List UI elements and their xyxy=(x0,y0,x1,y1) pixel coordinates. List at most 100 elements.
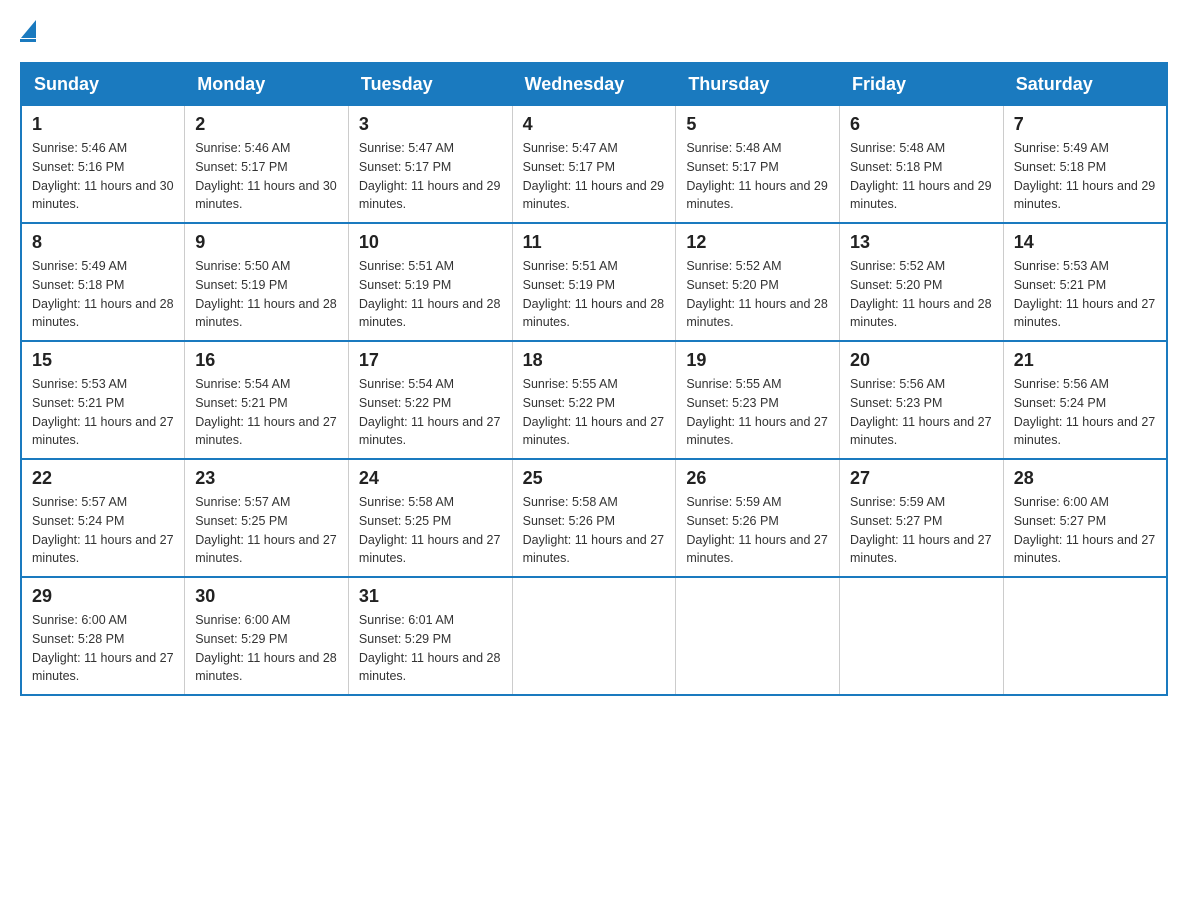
day-number: 13 xyxy=(850,232,993,253)
day-info: Sunrise: 5:56 AM Sunset: 5:23 PM Dayligh… xyxy=(850,375,993,450)
sunrise-label: Sunrise: 6:00 AM xyxy=(195,613,290,627)
page-header xyxy=(20,20,1168,42)
sunrise-label: Sunrise: 5:51 AM xyxy=(359,259,454,273)
daylight-label: Daylight: 11 hours and 27 minutes. xyxy=(850,533,992,566)
sunset-label: Sunset: 5:27 PM xyxy=(1014,514,1106,528)
calendar-cell: 15 Sunrise: 5:53 AM Sunset: 5:21 PM Dayl… xyxy=(21,341,185,459)
sunset-label: Sunset: 5:16 PM xyxy=(32,160,124,174)
sunset-label: Sunset: 5:29 PM xyxy=(359,632,451,646)
sunrise-label: Sunrise: 5:57 AM xyxy=(195,495,290,509)
sunset-label: Sunset: 5:18 PM xyxy=(1014,160,1106,174)
calendar-cell: 14 Sunrise: 5:53 AM Sunset: 5:21 PM Dayl… xyxy=(1003,223,1167,341)
calendar-cell: 16 Sunrise: 5:54 AM Sunset: 5:21 PM Dayl… xyxy=(185,341,349,459)
day-number: 29 xyxy=(32,586,174,607)
day-info: Sunrise: 5:50 AM Sunset: 5:19 PM Dayligh… xyxy=(195,257,338,332)
daylight-label: Daylight: 11 hours and 27 minutes. xyxy=(1014,533,1156,566)
daylight-label: Daylight: 11 hours and 27 minutes. xyxy=(686,533,828,566)
day-info: Sunrise: 5:57 AM Sunset: 5:25 PM Dayligh… xyxy=(195,493,338,568)
sunrise-label: Sunrise: 5:54 AM xyxy=(359,377,454,391)
sunset-label: Sunset: 5:17 PM xyxy=(359,160,451,174)
day-number: 10 xyxy=(359,232,502,253)
calendar-cell: 26 Sunrise: 5:59 AM Sunset: 5:26 PM Dayl… xyxy=(676,459,840,577)
daylight-label: Daylight: 11 hours and 28 minutes. xyxy=(32,297,174,330)
sunset-label: Sunset: 5:22 PM xyxy=(359,396,451,410)
day-number: 31 xyxy=(359,586,502,607)
sunset-label: Sunset: 5:20 PM xyxy=(850,278,942,292)
daylight-label: Daylight: 11 hours and 29 minutes. xyxy=(1014,179,1156,212)
sunrise-label: Sunrise: 5:53 AM xyxy=(1014,259,1109,273)
calendar-cell: 30 Sunrise: 6:00 AM Sunset: 5:29 PM Dayl… xyxy=(185,577,349,695)
sunset-label: Sunset: 5:18 PM xyxy=(850,160,942,174)
day-number: 17 xyxy=(359,350,502,371)
day-info: Sunrise: 5:56 AM Sunset: 5:24 PM Dayligh… xyxy=(1014,375,1156,450)
sunset-label: Sunset: 5:29 PM xyxy=(195,632,287,646)
day-number: 11 xyxy=(523,232,666,253)
day-info: Sunrise: 5:58 AM Sunset: 5:26 PM Dayligh… xyxy=(523,493,666,568)
calendar-cell: 23 Sunrise: 5:57 AM Sunset: 5:25 PM Dayl… xyxy=(185,459,349,577)
sunrise-label: Sunrise: 5:47 AM xyxy=(359,141,454,155)
calendar-cell: 22 Sunrise: 5:57 AM Sunset: 5:24 PM Dayl… xyxy=(21,459,185,577)
day-info: Sunrise: 5:53 AM Sunset: 5:21 PM Dayligh… xyxy=(32,375,174,450)
sunset-label: Sunset: 5:22 PM xyxy=(523,396,615,410)
sunset-label: Sunset: 5:26 PM xyxy=(686,514,778,528)
day-info: Sunrise: 5:58 AM Sunset: 5:25 PM Dayligh… xyxy=(359,493,502,568)
sunrise-label: Sunrise: 5:58 AM xyxy=(359,495,454,509)
day-info: Sunrise: 5:49 AM Sunset: 5:18 PM Dayligh… xyxy=(32,257,174,332)
day-info: Sunrise: 5:46 AM Sunset: 5:17 PM Dayligh… xyxy=(195,139,338,214)
calendar-cell xyxy=(840,577,1004,695)
calendar-cell: 18 Sunrise: 5:55 AM Sunset: 5:22 PM Dayl… xyxy=(512,341,676,459)
daylight-label: Daylight: 11 hours and 28 minutes. xyxy=(195,651,337,684)
daylight-label: Daylight: 11 hours and 27 minutes. xyxy=(195,415,337,448)
day-info: Sunrise: 5:55 AM Sunset: 5:23 PM Dayligh… xyxy=(686,375,829,450)
day-number: 1 xyxy=(32,114,174,135)
day-info: Sunrise: 5:51 AM Sunset: 5:19 PM Dayligh… xyxy=(359,257,502,332)
weekday-header-wednesday: Wednesday xyxy=(512,63,676,106)
day-number: 3 xyxy=(359,114,502,135)
sunrise-label: Sunrise: 5:52 AM xyxy=(686,259,781,273)
daylight-label: Daylight: 11 hours and 29 minutes. xyxy=(850,179,992,212)
sunset-label: Sunset: 5:21 PM xyxy=(1014,278,1106,292)
daylight-label: Daylight: 11 hours and 28 minutes. xyxy=(195,297,337,330)
day-number: 23 xyxy=(195,468,338,489)
calendar-cell: 3 Sunrise: 5:47 AM Sunset: 5:17 PM Dayli… xyxy=(348,106,512,224)
weekday-header-friday: Friday xyxy=(840,63,1004,106)
weekday-header-monday: Monday xyxy=(185,63,349,106)
logo-arrow-icon xyxy=(21,20,36,38)
day-info: Sunrise: 5:52 AM Sunset: 5:20 PM Dayligh… xyxy=(686,257,829,332)
day-info: Sunrise: 5:48 AM Sunset: 5:17 PM Dayligh… xyxy=(686,139,829,214)
weekday-header-saturday: Saturday xyxy=(1003,63,1167,106)
day-info: Sunrise: 6:00 AM Sunset: 5:27 PM Dayligh… xyxy=(1014,493,1156,568)
calendar-header-row: SundayMondayTuesdayWednesdayThursdayFrid… xyxy=(21,63,1167,106)
day-number: 22 xyxy=(32,468,174,489)
day-number: 28 xyxy=(1014,468,1156,489)
day-info: Sunrise: 5:53 AM Sunset: 5:21 PM Dayligh… xyxy=(1014,257,1156,332)
daylight-label: Daylight: 11 hours and 28 minutes. xyxy=(850,297,992,330)
sunrise-label: Sunrise: 5:48 AM xyxy=(686,141,781,155)
sunrise-label: Sunrise: 6:00 AM xyxy=(1014,495,1109,509)
calendar-cell: 8 Sunrise: 5:49 AM Sunset: 5:18 PM Dayli… xyxy=(21,223,185,341)
daylight-label: Daylight: 11 hours and 28 minutes. xyxy=(686,297,828,330)
day-info: Sunrise: 5:52 AM Sunset: 5:20 PM Dayligh… xyxy=(850,257,993,332)
sunset-label: Sunset: 5:18 PM xyxy=(32,278,124,292)
calendar-week-3: 15 Sunrise: 5:53 AM Sunset: 5:21 PM Dayl… xyxy=(21,341,1167,459)
day-info: Sunrise: 5:49 AM Sunset: 5:18 PM Dayligh… xyxy=(1014,139,1156,214)
day-number: 24 xyxy=(359,468,502,489)
calendar-cell: 17 Sunrise: 5:54 AM Sunset: 5:22 PM Dayl… xyxy=(348,341,512,459)
daylight-label: Daylight: 11 hours and 27 minutes. xyxy=(686,415,828,448)
calendar-cell: 19 Sunrise: 5:55 AM Sunset: 5:23 PM Dayl… xyxy=(676,341,840,459)
sunset-label: Sunset: 5:27 PM xyxy=(850,514,942,528)
day-number: 5 xyxy=(686,114,829,135)
sunrise-label: Sunrise: 5:47 AM xyxy=(523,141,618,155)
day-number: 27 xyxy=(850,468,993,489)
calendar-cell: 28 Sunrise: 6:00 AM Sunset: 5:27 PM Dayl… xyxy=(1003,459,1167,577)
sunrise-label: Sunrise: 5:52 AM xyxy=(850,259,945,273)
calendar-cell: 31 Sunrise: 6:01 AM Sunset: 5:29 PM Dayl… xyxy=(348,577,512,695)
sunset-label: Sunset: 5:25 PM xyxy=(195,514,287,528)
sunset-label: Sunset: 5:23 PM xyxy=(686,396,778,410)
sunrise-label: Sunrise: 5:55 AM xyxy=(686,377,781,391)
calendar-cell xyxy=(676,577,840,695)
sunrise-label: Sunrise: 5:46 AM xyxy=(32,141,127,155)
calendar-cell xyxy=(1003,577,1167,695)
weekday-header-sunday: Sunday xyxy=(21,63,185,106)
day-info: Sunrise: 5:51 AM Sunset: 5:19 PM Dayligh… xyxy=(523,257,666,332)
